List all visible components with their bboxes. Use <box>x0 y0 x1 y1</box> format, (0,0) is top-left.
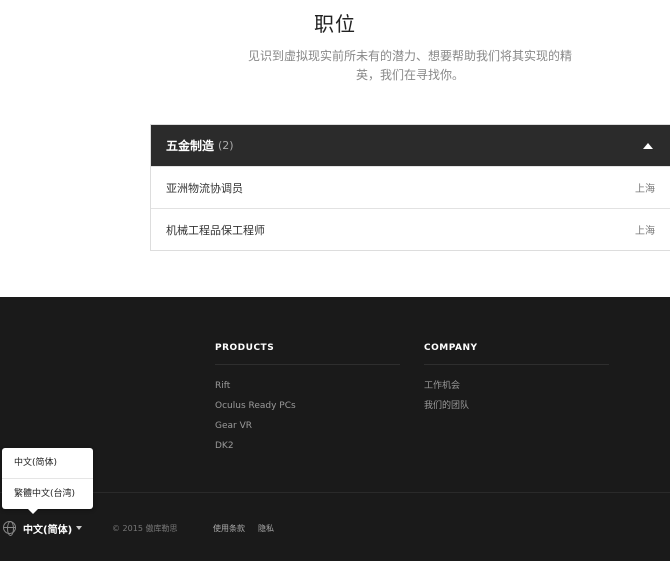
footer-products-title: PRODUCTS <box>215 343 275 353</box>
department-header[interactable]: 五金制造 (2) <box>151 125 670 166</box>
page-title: 职位 <box>314 12 356 36</box>
footer-link-careers[interactable]: 工作机会 <box>424 380 609 400</box>
language-selector[interactable]: 中文(简体) <box>23 521 72 536</box>
footer-link-dk2[interactable]: DK2 <box>215 440 400 460</box>
footer-link-team[interactable]: 我们的团队 <box>424 400 609 420</box>
globe-icon[interactable] <box>3 521 16 536</box>
page-subtitle: 见识到虚拟现实前所未有的潜力、想要帮助我们将其实现的精英，我们在寻找你。 <box>247 49 572 82</box>
job-title: 机械工程品保工程师 <box>166 223 265 237</box>
footer-products-column: PRODUCTS Rift Oculus Ready PCs Gear VR D… <box>215 343 400 460</box>
job-row[interactable]: 亚洲物流协调员 上海 <box>151 166 670 208</box>
copyright-text: © 2015 傲库勒思 <box>112 524 178 533</box>
language-dropdown-menu: 中文(简体) 繁體中文(台湾) <box>2 448 93 514</box>
footer-company-title: COMPANY <box>424 343 478 353</box>
footer-column-divider <box>215 364 400 365</box>
footer-link-oculus-ready-pcs[interactable]: Oculus Ready PCs <box>215 400 400 420</box>
footer-link-gear-vr[interactable]: Gear VR <box>215 420 400 440</box>
careers-page: 职位 见识到虚拟现实前所未有的潜力、想要帮助我们将其实现的精英，我们在寻找你。 … <box>0 0 670 561</box>
job-row[interactable]: 机械工程品保工程师 上海 <box>151 208 670 250</box>
department-accordion: 五金制造 (2) 亚洲物流协调员 上海 机械工程品保工程师 上海 <box>150 124 670 251</box>
privacy-link[interactable]: 隐私 <box>258 523 274 534</box>
footer-link-rift[interactable]: Rift <box>215 380 400 400</box>
careers-hero: 职位 见识到虚拟现实前所未有的潜力、想要帮助我们将其实现的精英，我们在寻找你。 … <box>0 0 670 297</box>
footer-divider <box>0 492 670 493</box>
footer-bottom-bar: 中文(简体) © 2015 傲库勒思 使用条款 隐私 <box>0 519 670 536</box>
site-footer: PRODUCTS Rift Oculus Ready PCs Gear VR D… <box>0 297 670 561</box>
footer-column-divider <box>424 364 609 365</box>
language-option-simplified-chinese[interactable]: 中文(简体) <box>2 448 93 478</box>
department-count: (2) <box>218 139 234 152</box>
department-name: 五金制造 <box>166 139 215 153</box>
language-option-traditional-chinese[interactable]: 繁體中文(台湾) <box>2 478 93 508</box>
caret-down-icon[interactable] <box>76 526 82 530</box>
terms-link[interactable]: 使用条款 <box>213 523 245 534</box>
caret-up-icon[interactable] <box>643 142 653 149</box>
job-title: 亚洲物流协调员 <box>166 181 243 195</box>
job-location: 上海 <box>635 226 655 237</box>
footer-company-column: COMPANY 工作机会 我们的团队 <box>424 343 609 420</box>
job-location: 上海 <box>635 184 655 195</box>
